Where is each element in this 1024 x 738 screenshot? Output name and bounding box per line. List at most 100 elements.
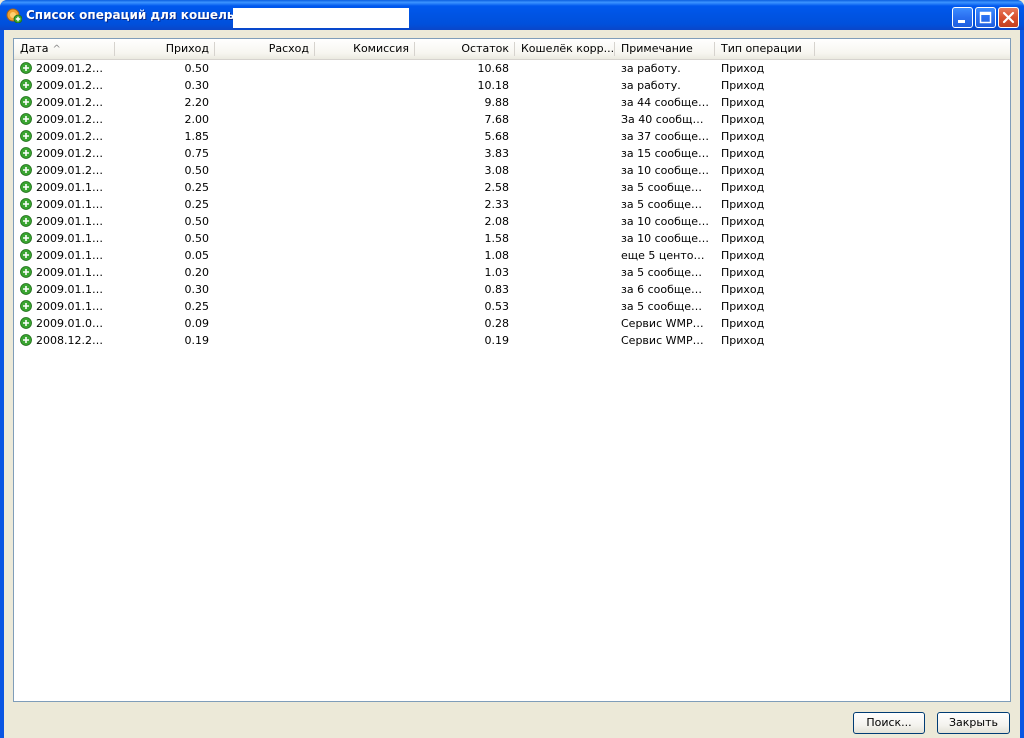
cell-income: 2.00 <box>184 113 210 126</box>
column-header-balance[interactable]: Остаток <box>415 39 515 59</box>
cell-op-type: Приход <box>721 96 765 109</box>
table-row[interactable]: 2009.01.19 ... 0.25 2.58 за 5 сообщени... Пр… <box>14 179 1010 196</box>
table-row[interactable]: 2009.01.14 ... 0.50 1.58 за 10 сообщен... Пр… <box>14 230 1010 247</box>
cell-date: 2009.01.12 ... <box>36 249 113 262</box>
cell-date: 2009.01.17 ... <box>36 198 113 211</box>
cell-corr-wallet <box>515 128 615 145</box>
cell-balance: 0.83 <box>484 283 510 296</box>
cell-income: 0.25 <box>184 181 210 194</box>
cell-corr-wallet <box>515 196 615 213</box>
cell-note: за 10 сообщен... <box>621 215 715 228</box>
cell-op-type: Приход <box>721 266 765 279</box>
cell-expense <box>215 145 315 162</box>
table-row[interactable]: 2009.01.11 ... 0.30 0.83 за 6 сообщени... Пр… <box>14 281 1010 298</box>
cell-balance: 1.08 <box>484 249 510 262</box>
table-row[interactable]: 2009.01.12 ... 0.05 1.08 еще 5 центов :) При… <box>14 247 1010 264</box>
cell-expense <box>215 179 315 196</box>
table-row[interactable]: 2009.01.23 ... 1.85 5.68 за 37 сообщен... Пр… <box>14 128 1010 145</box>
cell-balance: 7.68 <box>484 113 510 126</box>
table-row[interactable]: 2009.01.10 ... 0.25 0.53 за 5 сообщени... Пр… <box>14 298 1010 315</box>
cell-expense <box>215 332 315 349</box>
minimize-icon <box>958 20 965 23</box>
cell-balance: 0.28 <box>484 317 510 330</box>
cell-note: За 40 сообщен... <box>621 113 715 126</box>
cell-date: 2009.01.20 ... <box>36 164 113 177</box>
operations-list[interactable]: Дата ^ Приход Расход Комиссия Остаток Кош… <box>13 38 1011 702</box>
column-header-note[interactable]: Примечание <box>615 39 715 59</box>
cell-commission <box>315 77 415 94</box>
cell-balance: 0.19 <box>484 334 510 347</box>
cell-date: 2009.01.01 ... <box>36 317 113 330</box>
cell-note: за работу. <box>621 79 681 92</box>
cell-corr-wallet <box>515 162 615 179</box>
cell-balance: 3.08 <box>484 164 510 177</box>
cell-note: Сервис WMPUB... <box>621 334 715 347</box>
cell-expense <box>215 264 315 281</box>
cell-note: за 15 сообщен... <box>621 147 715 160</box>
cell-commission <box>315 281 415 298</box>
cell-date: 2009.01.24 ... <box>36 113 113 126</box>
cell-income: 0.50 <box>184 164 210 177</box>
cell-expense <box>215 281 315 298</box>
title-bar[interactable]: Список операций для кошелька <box>0 0 1024 30</box>
column-header-income[interactable]: Приход <box>115 39 215 59</box>
cell-commission <box>315 332 415 349</box>
cell-commission <box>315 162 415 179</box>
cell-op-type: Приход <box>721 130 765 143</box>
table-row[interactable]: 2008.12.25 ... 0.19 0.19 Сервис WMPUB... При… <box>14 332 1010 349</box>
cell-income: 0.75 <box>184 147 210 160</box>
cell-op-type: Приход <box>721 113 765 126</box>
list-header: Дата ^ Приход Расход Комиссия Остаток Кош… <box>14 39 1010 60</box>
cell-note: за 37 сообщен... <box>621 130 715 143</box>
table-row[interactable]: 2009.01.01 ... 0.09 0.28 Сервис WMPUB... При… <box>14 315 1010 332</box>
cell-commission <box>315 145 415 162</box>
cell-corr-wallet <box>515 264 615 281</box>
column-header-expense[interactable]: Расход <box>215 39 315 59</box>
cell-note: за 6 сообщени... <box>621 283 715 296</box>
table-row[interactable]: 2009.01.24 ... 2.00 7.68 За 40 сообщен... Пр… <box>14 111 1010 128</box>
maximize-button[interactable] <box>975 7 996 28</box>
table-row[interactable]: 2009.01.27 ... 0.50 10.68 за работу. Приход <box>14 60 1010 77</box>
cell-note: Сервис WMPUB... <box>621 317 715 330</box>
cell-commission <box>315 60 415 77</box>
close-window-button[interactable] <box>998 7 1019 28</box>
cell-date: 2009.01.19 ... <box>36 181 113 194</box>
table-row[interactable]: 2009.01.27 ... 0.30 10.18 за работу. Приход <box>14 77 1010 94</box>
table-row[interactable]: 2009.01.22 ... 0.75 3.83 за 15 сообщен... Пр… <box>14 145 1010 162</box>
cell-commission <box>315 179 415 196</box>
cell-commission <box>315 264 415 281</box>
sort-ascending-icon: ^ <box>52 44 61 55</box>
cell-commission <box>315 111 415 128</box>
table-row[interactable]: 2009.01.20 ... 0.50 3.08 за 10 сообщен... Пр… <box>14 162 1010 179</box>
cell-op-type: Приход <box>721 249 765 262</box>
search-button[interactable]: Поиск... <box>853 712 925 734</box>
cell-income: 0.30 <box>184 79 210 92</box>
cell-expense <box>215 94 315 111</box>
minimize-button[interactable] <box>952 7 973 28</box>
table-row[interactable]: 2009.01.15 ... 0.50 2.08 за 10 сообщен... Пр… <box>14 213 1010 230</box>
column-header-commission[interactable]: Комиссия <box>315 39 415 59</box>
cell-op-type: Приход <box>721 317 765 330</box>
column-header-date[interactable]: Дата ^ <box>14 39 115 59</box>
cell-corr-wallet <box>515 213 615 230</box>
cell-balance: 10.18 <box>477 79 510 92</box>
wallet-icon <box>6 8 22 23</box>
cell-date: 2009.01.27 ... <box>36 62 113 75</box>
close-button[interactable]: Закрыть <box>937 712 1010 734</box>
cell-corr-wallet <box>515 298 615 315</box>
column-header-op-type[interactable]: Тип операции <box>715 39 815 59</box>
cell-balance: 1.03 <box>484 266 510 279</box>
cell-date: 2008.12.25 ... <box>36 334 113 347</box>
cell-income: 0.50 <box>184 62 210 75</box>
table-row[interactable]: 2009.01.26 ... 2.20 9.88 за 44 сообщен... Пр… <box>14 94 1010 111</box>
column-header-corr-wallet[interactable]: Кошелёк корр... <box>515 39 615 59</box>
cell-note: за 5 сообщени... <box>621 300 715 313</box>
cell-commission <box>315 247 415 264</box>
cell-date: 2009.01.23 ... <box>36 130 113 143</box>
cell-note: за 5 сообщени... <box>621 198 715 211</box>
cell-op-type: Приход <box>721 181 765 194</box>
cell-income: 0.09 <box>184 317 210 330</box>
table-row[interactable]: 2009.01.12 ... 0.20 1.03 за 5 сообщени... Пр… <box>14 264 1010 281</box>
cell-op-type: Приход <box>721 79 765 92</box>
table-row[interactable]: 2009.01.17 ... 0.25 2.33 за 5 сообщени... Пр… <box>14 196 1010 213</box>
